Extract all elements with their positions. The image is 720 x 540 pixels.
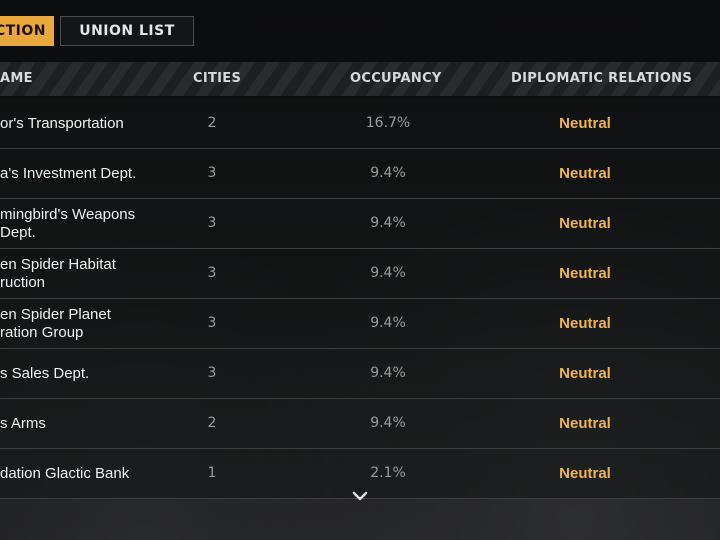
table-row[interactable]: en Spider Planet ration Group 3 9.4% Neu… bbox=[0, 299, 720, 349]
faction-name: s Arms bbox=[0, 414, 46, 432]
faction-name: a's Investment Dept. bbox=[0, 164, 137, 182]
faction-table: or's Transportation 2 16.7% Neutral a's … bbox=[0, 99, 720, 499]
column-header-occupancy[interactable]: OCCUPANCY bbox=[350, 62, 442, 96]
table-row[interactable]: a's Investment Dept. 3 9.4% Neutral bbox=[0, 149, 720, 199]
column-header-relations[interactable]: DIPLOMATIC RELATIONS bbox=[511, 62, 692, 96]
faction-name: dation Glactic Bank bbox=[0, 464, 130, 482]
occupancy-value: 9.4% bbox=[370, 315, 406, 331]
faction-name: en Spider Habitat ruction bbox=[0, 255, 116, 291]
occupancy-value: 16.7% bbox=[365, 115, 411, 131]
table-row[interactable]: s Arms 2 9.4% Neutral bbox=[0, 399, 720, 449]
faction-name: or's Transportation bbox=[0, 114, 124, 132]
relation-status: Neutral bbox=[559, 215, 611, 232]
cities-count: 3 bbox=[207, 315, 217, 331]
table-row[interactable]: en Spider Habitat ruction 3 9.4% Neutral bbox=[0, 249, 720, 299]
faction-name: s Sales Dept. bbox=[0, 364, 90, 382]
relation-status: Neutral bbox=[559, 465, 611, 482]
tab-bar: ACTION UNION LIST bbox=[0, 16, 194, 48]
cities-count: 3 bbox=[207, 215, 217, 231]
occupancy-value: 9.4% bbox=[370, 365, 406, 381]
cities-count: 2 bbox=[207, 415, 217, 431]
relation-status: Neutral bbox=[559, 315, 611, 332]
chevron-down-icon[interactable] bbox=[351, 490, 369, 502]
faction-name: en Spider Planet ration Group bbox=[0, 305, 111, 341]
relation-status: Neutral bbox=[559, 415, 611, 432]
column-header-cities[interactable]: CITIES bbox=[193, 62, 241, 96]
table-row[interactable]: or's Transportation 2 16.7% Neutral bbox=[0, 99, 720, 149]
cities-count: 1 bbox=[207, 465, 217, 481]
cities-count: 3 bbox=[207, 165, 217, 181]
relation-status: Neutral bbox=[559, 165, 611, 182]
occupancy-value: 9.4% bbox=[370, 415, 406, 431]
tab-union-list[interactable]: UNION LIST bbox=[60, 16, 194, 46]
relation-status: Neutral bbox=[559, 365, 611, 382]
cities-count: 3 bbox=[207, 365, 217, 381]
relation-status: Neutral bbox=[559, 265, 611, 282]
table-header: AME CITIES OCCUPANCY DIPLOMATIC RELATION… bbox=[0, 62, 720, 96]
faction-name: mingbird's Weapons Dept. bbox=[0, 205, 136, 241]
column-header-name[interactable]: AME bbox=[0, 62, 33, 96]
occupancy-value: 9.4% bbox=[370, 215, 406, 231]
tab-faction[interactable]: ACTION bbox=[0, 16, 54, 46]
cities-count: 2 bbox=[207, 115, 217, 131]
occupancy-value: 9.4% bbox=[370, 165, 406, 181]
table-row[interactable]: mingbird's Weapons Dept. 3 9.4% Neutral bbox=[0, 199, 720, 249]
occupancy-value: 9.4% bbox=[370, 265, 406, 281]
relation-status: Neutral bbox=[559, 115, 611, 132]
cities-count: 3 bbox=[207, 265, 217, 281]
table-row[interactable]: s Sales Dept. 3 9.4% Neutral bbox=[0, 349, 720, 399]
